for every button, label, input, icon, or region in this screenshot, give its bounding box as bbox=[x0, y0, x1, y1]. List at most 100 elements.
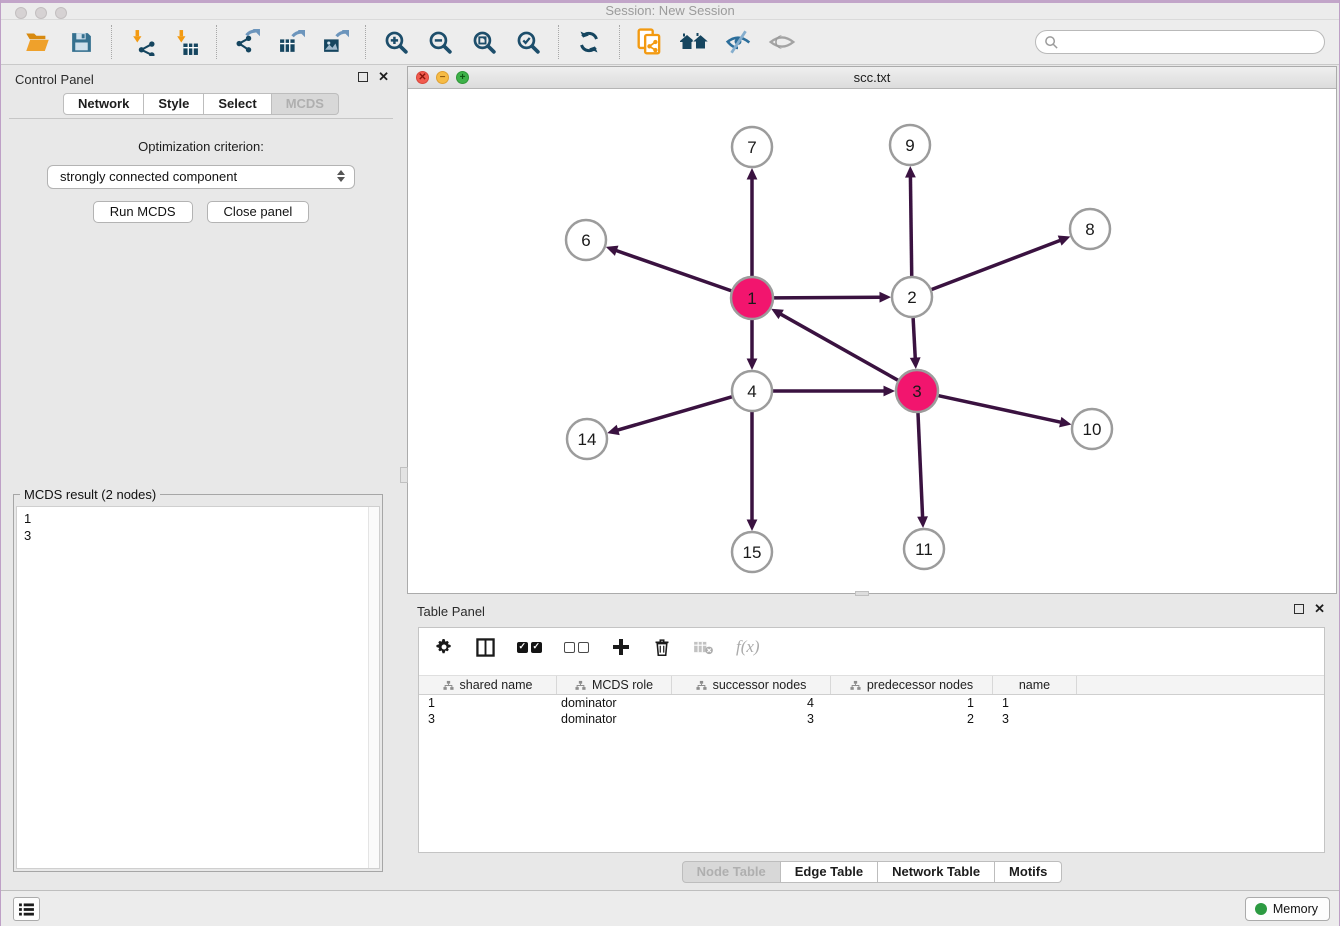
network-minimize-button[interactable]: − bbox=[436, 71, 449, 84]
column-label: name bbox=[1019, 678, 1050, 692]
network-zoom-button[interactable]: + bbox=[456, 71, 469, 84]
table-row[interactable]: 3dominator323 bbox=[419, 711, 1324, 727]
tab-select[interactable]: Select bbox=[204, 93, 271, 115]
table-cell: dominator bbox=[557, 711, 672, 727]
graph-edge-3-1[interactable] bbox=[780, 314, 898, 380]
add-column-button[interactable] bbox=[611, 637, 631, 657]
duplicate-network-button[interactable] bbox=[633, 25, 667, 59]
graph-edge-arrow bbox=[747, 359, 758, 371]
graph-edge-2-3[interactable] bbox=[913, 318, 915, 359]
graph-node-label: 14 bbox=[578, 430, 597, 449]
toolbar-separator bbox=[558, 25, 559, 59]
graph-edge-3-10[interactable] bbox=[938, 396, 1061, 423]
window-zoom-button[interactable] bbox=[55, 7, 67, 19]
select-all-button[interactable] bbox=[517, 642, 542, 653]
column-header-mcds-role[interactable]: MCDS role bbox=[557, 676, 672, 694]
graph-edge-arrow bbox=[917, 516, 928, 528]
function-builder-button[interactable]: f(x) bbox=[736, 637, 760, 657]
table-row[interactable]: 1dominator411 bbox=[419, 695, 1324, 711]
close-table-panel-icon[interactable]: ✕ bbox=[1314, 604, 1325, 614]
zoom-fit-icon bbox=[471, 29, 498, 56]
graph-node-label: 10 bbox=[1083, 420, 1102, 439]
open-session-button[interactable] bbox=[20, 25, 54, 59]
save-session-button[interactable] bbox=[64, 25, 98, 59]
window-close-button[interactable] bbox=[15, 7, 27, 19]
memory-button[interactable]: Memory bbox=[1245, 897, 1330, 921]
zoom-selected-icon bbox=[515, 29, 542, 56]
session-title: Session: New Session bbox=[1, 3, 1339, 19]
column-header-name[interactable]: name bbox=[993, 676, 1077, 694]
column-header-predecessor-nodes[interactable]: predecessor nodes bbox=[831, 676, 993, 694]
hide-style-button[interactable] bbox=[721, 25, 755, 59]
home-views-button[interactable] bbox=[677, 25, 711, 59]
import-table-button[interactable] bbox=[169, 25, 203, 59]
show-graphics-button[interactable] bbox=[765, 25, 799, 59]
graph-edge-arrow bbox=[607, 425, 620, 435]
delete-column-button[interactable] bbox=[653, 638, 671, 657]
graph-edge-2-8[interactable] bbox=[932, 240, 1061, 289]
mcds-result-area[interactable]: 1 3 bbox=[16, 506, 380, 869]
search-icon bbox=[1044, 35, 1059, 50]
column-selector-button[interactable] bbox=[476, 638, 495, 657]
import-network-button[interactable] bbox=[125, 25, 159, 59]
graph-edge-arrow bbox=[606, 246, 619, 256]
graph-node-label: 15 bbox=[743, 543, 762, 562]
tab-edge-table[interactable]: Edge Table bbox=[781, 861, 878, 883]
zoom-fit-button[interactable] bbox=[467, 25, 501, 59]
column-header-shared-name[interactable]: shared name bbox=[419, 676, 557, 694]
splitter-grip-left[interactable] bbox=[400, 467, 408, 483]
network-window-titlebar[interactable]: ✕ − + scc.txt bbox=[408, 67, 1336, 89]
float-table-panel-icon[interactable] bbox=[1294, 604, 1304, 614]
table-cell: 3 bbox=[419, 711, 557, 727]
checked-box-icon bbox=[517, 642, 528, 653]
zoom-in-button[interactable] bbox=[379, 25, 413, 59]
column-header-successor-nodes[interactable]: successor nodes bbox=[672, 676, 831, 694]
unchecked-box-icon bbox=[564, 642, 575, 653]
zoom-out-button[interactable] bbox=[423, 25, 457, 59]
application-window: Session: New Session bbox=[0, 0, 1340, 926]
tab-motifs[interactable]: Motifs bbox=[995, 861, 1062, 883]
graph-edge-1-2[interactable] bbox=[774, 297, 881, 298]
tab-network[interactable]: Network bbox=[63, 93, 144, 115]
column-label: successor nodes bbox=[713, 678, 807, 692]
float-panel-icon[interactable] bbox=[358, 72, 368, 82]
network-graph[interactable]: 7968124314101511 bbox=[408, 89, 1336, 593]
close-panel-button[interactable]: Close panel bbox=[207, 201, 310, 223]
unchecked-box-icon bbox=[578, 642, 589, 653]
export-image-button[interactable] bbox=[318, 25, 352, 59]
delete-table-button[interactable] bbox=[693, 640, 714, 655]
table-cell: 3 bbox=[672, 711, 831, 727]
column-label: predecessor nodes bbox=[867, 678, 973, 692]
graph-edge-1-6[interactable] bbox=[616, 250, 731, 290]
graph-edge-2-9[interactable] bbox=[910, 176, 911, 276]
criterion-selected-value: strongly connected component bbox=[60, 169, 237, 184]
splitter-grip-bottom[interactable] bbox=[855, 591, 869, 596]
table-settings-button[interactable] bbox=[435, 638, 454, 657]
mcds-result-group: MCDS result (2 nodes) 1 3 bbox=[13, 494, 383, 872]
network-close-button[interactable]: ✕ bbox=[416, 71, 429, 84]
window-minimize-button[interactable] bbox=[35, 7, 47, 19]
tab-node-table[interactable]: Node Table bbox=[682, 861, 781, 883]
export-network-icon bbox=[234, 29, 261, 56]
criterion-select[interactable]: strongly connected component bbox=[47, 165, 355, 189]
zoom-selected-button[interactable] bbox=[511, 25, 545, 59]
result-scrollbar[interactable] bbox=[368, 507, 379, 868]
tab-network-table[interactable]: Network Table bbox=[878, 861, 995, 883]
export-network-button[interactable] bbox=[230, 25, 264, 59]
graph-edge-arrow bbox=[905, 166, 916, 178]
run-mcds-button[interactable]: Run MCDS bbox=[93, 201, 193, 223]
network-window-title: scc.txt bbox=[408, 67, 1336, 88]
graph-edge-4-14[interactable] bbox=[617, 397, 732, 430]
deselect-all-button[interactable] bbox=[564, 642, 589, 653]
export-table-button[interactable] bbox=[274, 25, 308, 59]
network-canvas[interactable]: 7968124314101511 bbox=[408, 89, 1336, 593]
tab-mcds[interactable]: MCDS bbox=[272, 93, 339, 115]
table-cell: 1 bbox=[419, 695, 557, 711]
tab-style[interactable]: Style bbox=[144, 93, 204, 115]
close-panel-icon[interactable]: ✕ bbox=[378, 72, 389, 82]
search-input[interactable] bbox=[1059, 35, 1316, 50]
graph-edge-3-11[interactable] bbox=[918, 413, 923, 518]
refresh-button[interactable] bbox=[572, 25, 606, 59]
graph-node-label: 2 bbox=[907, 288, 916, 307]
task-history-button[interactable] bbox=[13, 897, 40, 921]
